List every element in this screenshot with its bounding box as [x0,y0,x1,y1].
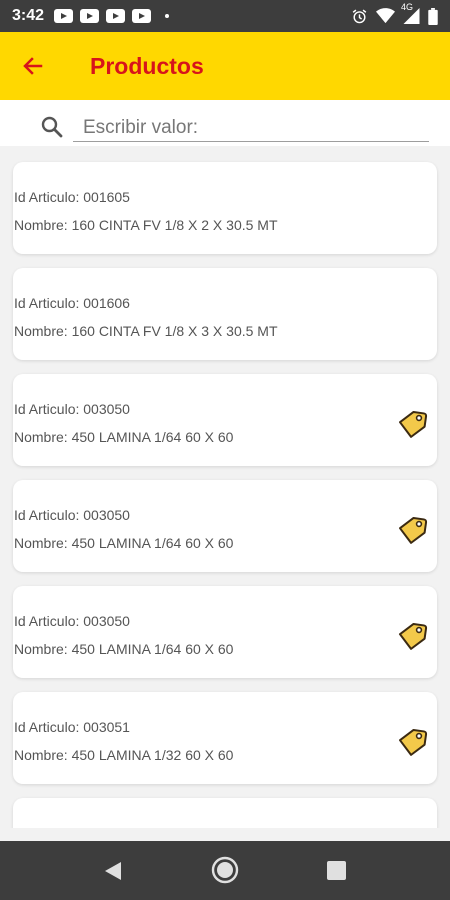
nav-home-icon[interactable] [211,856,239,884]
product-card[interactable]: Id Articulo: 001605 Nombre: 160 CINTA FV… [13,162,437,254]
product-name: Nombre: 450 LAMINA 1/64 60 X 60 [14,535,234,551]
product-id: Id Articulo: 003050 [14,507,130,523]
nav-recents-icon[interactable] [327,861,346,880]
product-name: Nombre: 450 LAMINA 1/64 60 X 60 [14,429,234,445]
wifi-icon [376,8,395,24]
youtube-icon [54,9,74,23]
youtube-icon [132,9,152,23]
network-type-label: 4G [401,2,414,12]
price-tag-icon[interactable] [397,407,429,439]
product-id: Id Articulo: 003051 [14,719,130,735]
search-input[interactable] [73,114,429,142]
search-icon [41,116,63,138]
price-tag-icon[interactable] [397,513,429,545]
search-bar [0,100,450,146]
status-time: 3:42 [12,7,45,24]
product-id: Id Articulo: 001605 [14,189,130,205]
product-name: Nombre: 450 LAMINA 1/64 60 X 60 [14,641,234,657]
app-bar: Productos [0,32,450,100]
battery-icon [428,7,438,25]
arrow-left-icon [23,57,43,75]
price-tag-icon[interactable] [397,725,429,757]
more-notifications-icon [165,14,170,18]
page-title: Productos [90,52,204,79]
product-card[interactable]: Id Articulo: 003050 Nombre: 450 LAMINA 1… [13,586,437,678]
product-id: Id Articulo: 001606 [14,295,130,311]
youtube-icon [80,9,100,23]
product-name: Nombre: 160 CINTA FV 1/8 X 2 X 30.5 MT [14,217,278,233]
product-card-partial[interactable] [13,798,437,828]
product-id: Id Articulo: 003050 [14,401,130,417]
price-tag-icon[interactable] [397,619,429,651]
product-card[interactable]: Id Articulo: 003050 Nombre: 450 LAMINA 1… [13,480,437,572]
alarm-icon [352,9,367,23]
nav-back-icon[interactable] [103,861,123,881]
product-name: Nombre: 160 CINTA FV 1/8 X 3 X 30.5 MT [14,323,278,339]
product-list[interactable]: Id Articulo: 001605 Nombre: 160 CINTA FV… [0,146,450,828]
product-name: Nombre: 450 LAMINA 1/32 60 X 60 [14,747,234,763]
system-nav-bar [0,841,450,900]
back-button[interactable] [0,32,70,100]
status-bar: 3:42 4G [0,0,450,32]
product-card[interactable]: Id Articulo: 003050 Nombre: 450 LAMINA 1… [13,374,437,466]
product-id: Id Articulo: 003050 [14,613,130,629]
product-card[interactable]: Id Articulo: 001606 Nombre: 160 CINTA FV… [13,268,437,360]
youtube-icon [106,9,126,23]
product-card[interactable]: Id Articulo: 003051 Nombre: 450 LAMINA 1… [13,692,437,784]
